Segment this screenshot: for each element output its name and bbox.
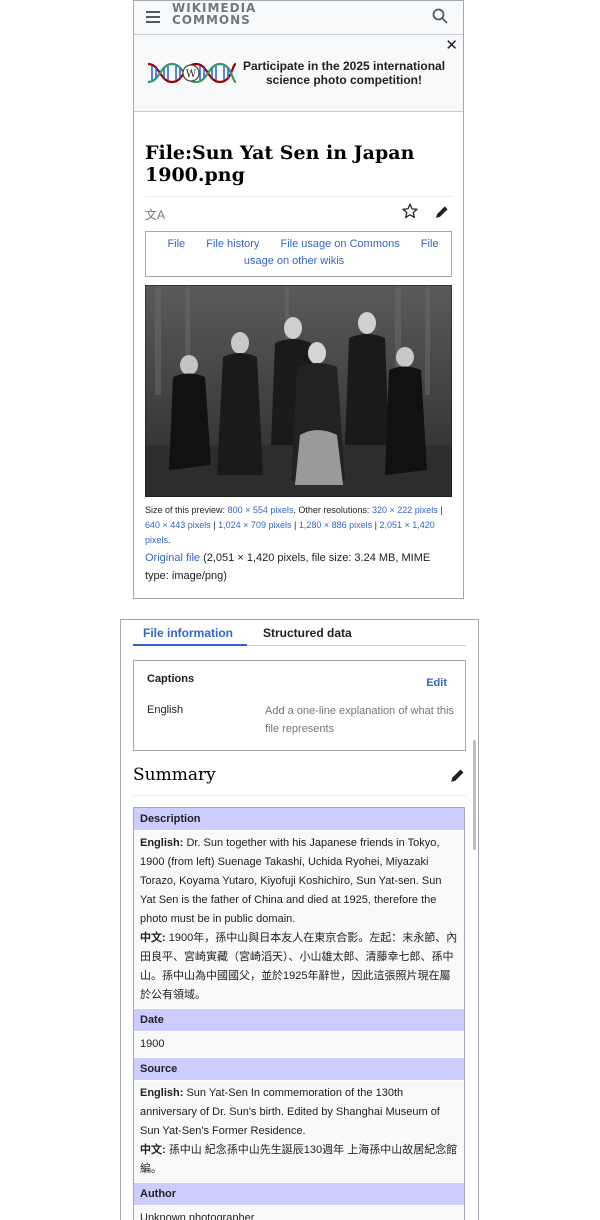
file-tabs: File information Structured data [133, 620, 466, 646]
site-logo[interactable]: WIKIMEDIA COMMONS [172, 2, 256, 26]
search-icon[interactable] [431, 7, 449, 25]
translate-icon[interactable]: 文A [145, 206, 165, 223]
size-label: Size of this preview: [145, 505, 226, 515]
description-zh-text: 1900年，孫中山與日本友人在東京合影。左起：末永節、內田良平、宮崎寅藏（宮崎滔… [140, 932, 458, 1001]
source-english: English: Sun Yat-Sen In commemoration of… [140, 1084, 458, 1141]
active-tab-indicator [133, 644, 247, 646]
preview-size-text: Size of this preview: 800 × 554 pixels. … [145, 503, 452, 548]
captions-edit-button[interactable]: Edit [426, 677, 447, 689]
banner-text[interactable]: Participate in the 2025 international sc… [238, 59, 450, 87]
date-header: Date [134, 1009, 464, 1032]
description-cell: English: Dr. Sun together with his Japan… [134, 831, 464, 1009]
res-link-1280[interactable]: 1,280 × 886 pixels [299, 520, 372, 530]
res-link-1024[interactable]: 1,024 × 709 pixels [218, 520, 291, 530]
svg-text:W: W [186, 69, 197, 80]
lang-label: English: [140, 1087, 184, 1099]
menu-icon[interactable] [146, 9, 160, 23]
file-nav-box: File File history File usage on Commons … [145, 231, 452, 277]
description-chinese: 中文: 1900年，孫中山與日本友人在東京合影。左起：末永節、內田良平、宮崎寅藏… [140, 929, 458, 1005]
information-table: Description English: Dr. Sun together wi… [133, 807, 465, 1220]
tab-structured-data[interactable]: Structured data [263, 626, 352, 640]
site-header: WIKIMEDIA COMMONS [134, 1, 463, 35]
captions-box: Captions Edit English Add a one-line exp… [133, 660, 466, 751]
date-cell: 1900 [134, 1032, 464, 1058]
star-icon[interactable] [402, 203, 418, 219]
scrollbar[interactable] [473, 740, 476, 850]
source-zh-text: 孫中山 紀念孫中山先生誕辰130週年 上海孫中山故居紀念館編。 [140, 1144, 458, 1175]
campaign-banner[interactable]: ✕ W Participate in the 2025 internationa… [134, 35, 463, 112]
lang-label: English: [140, 837, 184, 849]
res-link-640[interactable]: 640 × 443 pixels [145, 520, 211, 530]
nav-usage-link[interactable]: File usage on Commons [281, 238, 400, 250]
summary-title: Summary [133, 765, 216, 785]
nav-history-link[interactable]: File history [206, 238, 259, 250]
pencil-icon[interactable] [434, 204, 450, 220]
description-header: Description [134, 808, 464, 831]
close-icon[interactable]: ✕ [445, 36, 458, 54]
author-cell: Unknown photographer [134, 1206, 464, 1220]
other-res-label: . Other resolutions: [293, 505, 370, 515]
tab-file-information[interactable]: File information [143, 626, 233, 640]
author-header: Author [134, 1183, 464, 1206]
nav-file-link[interactable]: File [167, 238, 185, 250]
summary-heading: Summary [133, 763, 466, 796]
original-file-link[interactable]: Original file [145, 552, 200, 564]
source-header: Source [134, 1058, 464, 1081]
res-link-320[interactable]: 320 × 222 pixels [372, 505, 438, 515]
caption-language: English [147, 704, 184, 716]
mobile-page-top: WIKIMEDIA COMMONS ✕ W Participate in the… [133, 0, 464, 599]
original-file-line: Original file (2,051 × 1,420 pixels, fil… [145, 549, 452, 585]
pencil-icon[interactable] [449, 767, 466, 784]
description-en-text: Dr. Sun together with his Japanese frien… [140, 837, 442, 925]
res-sep: | [291, 520, 299, 530]
preview-size-link[interactable]: 800 × 554 pixels [228, 505, 294, 515]
mobile-page-bottom: File information Structured data Caption… [120, 619, 479, 1220]
lang-label: 中文: [140, 932, 166, 944]
source-cell: English: Sun Yat-Sen In commemoration of… [134, 1081, 464, 1183]
page-actions: 文A [145, 197, 452, 231]
logo-line2: COMMONS [172, 13, 251, 27]
caption-placeholder[interactable]: Add a one-line explanation of what this … [265, 702, 455, 738]
lang-label: 中文: [140, 1144, 166, 1156]
description-english: English: Dr. Sun together with his Japan… [140, 834, 458, 929]
res-end: . [168, 535, 171, 545]
dna-logo-icon: W [147, 62, 236, 84]
group-photo-image[interactable] [145, 285, 452, 497]
source-en-text: Sun Yat-Sen In commemoration of the 130t… [140, 1087, 440, 1137]
captions-title: Captions [147, 673, 195, 685]
page-title: File:Sun Yat Sen in Japan 1900.png [145, 142, 452, 197]
res-sep: | [437, 505, 443, 515]
source-chinese: 中文: 孫中山 紀念孫中山先生誕辰130週年 上海孫中山故居紀念館編。 [140, 1141, 458, 1179]
